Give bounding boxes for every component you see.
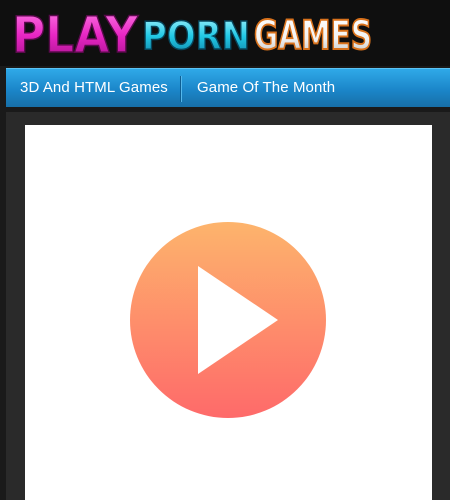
nav-item-game-of-the-month[interactable]: Game Of The Month (197, 69, 335, 107)
nav-item-3d-html-games[interactable]: 3D And HTML Games (20, 69, 168, 107)
site-logo[interactable]: PLAY PORN GAMES (10, 4, 375, 62)
site-header: PLAY PORN GAMES (0, 0, 450, 66)
logo-games-text: GAMES (254, 13, 372, 59)
logo-porn-text: PORN (142, 14, 250, 58)
logo-play-text: PLAY (12, 6, 139, 62)
nav-divider (180, 76, 182, 102)
play-button[interactable] (130, 222, 326, 418)
main-nav: 3D And HTML Games Game Of The Month (6, 68, 450, 107)
